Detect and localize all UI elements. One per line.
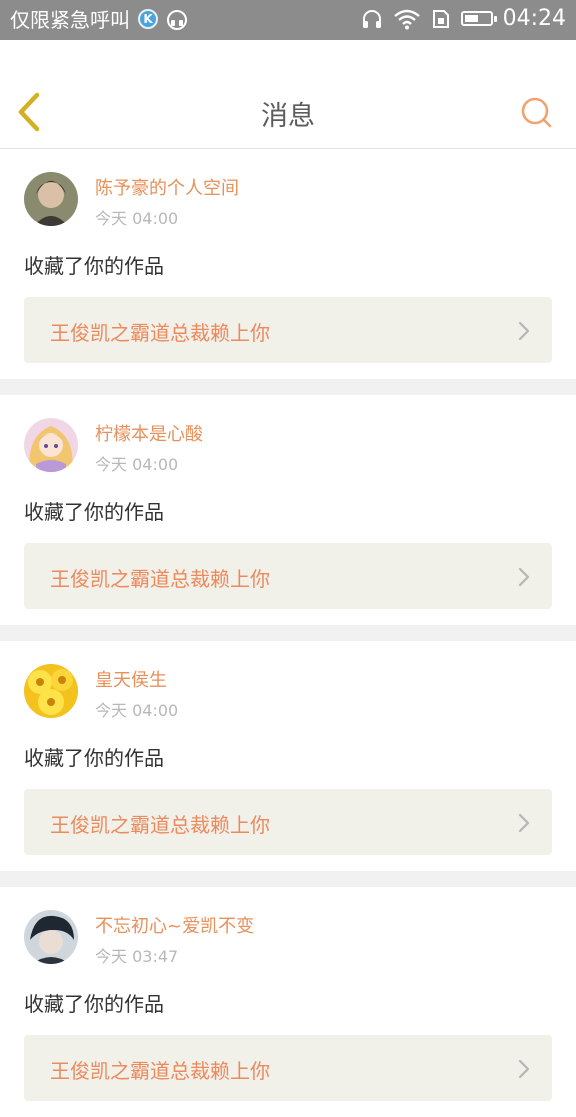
- message-card[interactable]: 皇天侯生今天 04:00 收藏了你的作品王俊凯之霸道总裁赖上你: [0, 641, 576, 871]
- message-time: 今天 03:47: [95, 947, 179, 966]
- work-link[interactable]: 王俊凯之霸道总裁赖上你: [24, 1035, 552, 1101]
- headphones-icon: [362, 9, 381, 28]
- username[interactable]: 柠檬本是心酸: [95, 420, 203, 446]
- username[interactable]: 皇天侯生: [95, 666, 167, 692]
- message-card[interactable]: 不忘初心~爱凯不变今天 03:47 收藏了你的作品王俊凯之霸道总裁赖上你: [0, 887, 576, 1117]
- username[interactable]: 陈予豪的个人空间: [95, 174, 239, 200]
- username[interactable]: 不忘初心~爱凯不变: [95, 912, 254, 938]
- work-title: 王俊凯之霸道总裁赖上你: [50, 813, 270, 837]
- headset-icon: [167, 10, 187, 30]
- work-link[interactable]: 王俊凯之霸道总裁赖上你: [24, 297, 552, 363]
- page-title: 消息: [261, 101, 315, 132]
- carrier-status-text: 仅限紧急呼叫: [10, 8, 130, 32]
- message-action-text: 收藏了你的作品: [24, 254, 164, 278]
- avatar[interactable]: [24, 418, 78, 472]
- message-time: 今天 04:00: [95, 455, 179, 474]
- work-link[interactable]: 王俊凯之霸道总裁赖上你: [24, 543, 552, 609]
- battery-level: [464, 15, 478, 22]
- message-card[interactable]: 陈予豪的个人空间今天 04:00 收藏了你的作品王俊凯之霸道总裁赖上你: [0, 149, 576, 379]
- status-bar: 仅限紧急呼叫 K 04:24: [0, 0, 576, 40]
- message-action-text: 收藏了你的作品: [24, 746, 164, 770]
- chevron-right-icon: [518, 1059, 530, 1079]
- sim-icon: [432, 9, 449, 28]
- wifi-icon: [393, 9, 420, 29]
- work-link[interactable]: 王俊凯之霸道总裁赖上你: [24, 789, 552, 855]
- chevron-right-icon: [518, 567, 530, 587]
- message-time: 今天 04:00: [95, 209, 179, 228]
- work-title: 王俊凯之霸道总裁赖上你: [50, 567, 270, 591]
- work-title: 王俊凯之霸道总裁赖上你: [50, 321, 270, 345]
- clock: 04:24: [502, 6, 566, 31]
- message-action-text: 收藏了你的作品: [24, 992, 164, 1016]
- message-time: 今天 04:00: [95, 701, 179, 720]
- avatar[interactable]: [24, 172, 78, 226]
- work-title: 王俊凯之霸道总裁赖上你: [50, 1059, 270, 1083]
- battery-icon: [460, 11, 497, 26]
- avatar[interactable]: [24, 910, 78, 964]
- chevron-right-icon: [518, 813, 530, 833]
- message-action-text: 收藏了你的作品: [24, 500, 164, 524]
- chevron-right-icon: [518, 321, 530, 341]
- k-app-icon: K: [138, 9, 158, 29]
- search-icon[interactable]: [520, 96, 554, 130]
- message-card[interactable]: 柠檬本是心酸今天 04:00 收藏了你的作品王俊凯之霸道总裁赖上你: [0, 395, 576, 625]
- avatar[interactable]: [24, 664, 78, 718]
- app-header: 消息: [0, 40, 576, 149]
